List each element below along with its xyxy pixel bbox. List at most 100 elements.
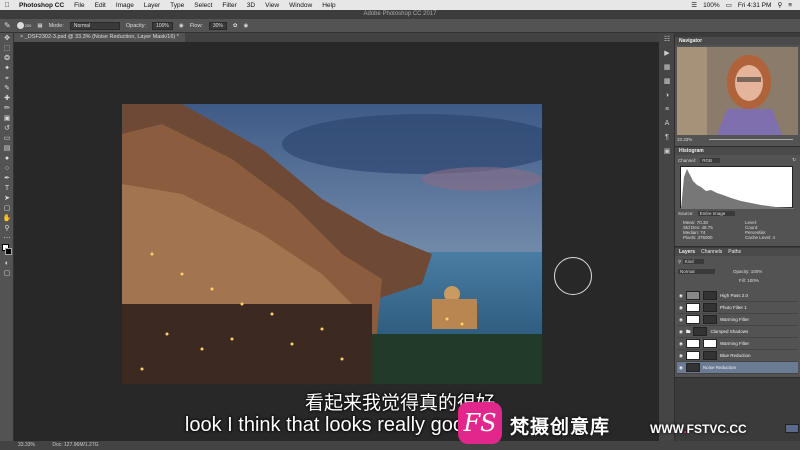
layer-row[interactable]: ◉ Warming Filter — [677, 338, 798, 350]
layer-row-selected[interactable]: ◉ Noise Reduction — [677, 362, 799, 433]
wifi-icon[interactable]: ☰ — [691, 1, 697, 9]
document-image[interactable] — [122, 104, 542, 384]
channel-select[interactable]: RGB — [700, 158, 721, 163]
menu-file[interactable]: File — [69, 2, 89, 9]
marquee-tool-icon[interactable]: ⬚ — [2, 44, 12, 53]
crop-tool-icon[interactable]: ⌖ — [2, 74, 12, 83]
quick-select-tool-icon[interactable]: ✦ — [2, 64, 12, 73]
history-icon[interactable]: ☷ — [659, 33, 675, 47]
eye-icon[interactable]: ◉ — [679, 305, 683, 311]
navigator-zoom-slider[interactable] — [709, 139, 793, 140]
tab-layers[interactable]: Layers — [679, 248, 695, 256]
clone-stamp-tool-icon[interactable]: ▣ — [2, 114, 12, 123]
eye-icon[interactable]: ◉ — [679, 293, 683, 299]
menu-type[interactable]: Type — [165, 2, 189, 9]
menu-select[interactable]: Select — [189, 2, 217, 9]
layer-row[interactable]: ◉ Blue Reduction — [677, 350, 798, 362]
clock[interactable]: Fri 4:31 PM — [738, 2, 772, 9]
pen-tool-icon[interactable]: ✒ — [2, 174, 12, 183]
brush-tool-icon[interactable]: ✎ — [4, 21, 11, 30]
blend-mode-select[interactable]: Normal — [678, 269, 715, 274]
move-tool-icon[interactable]: ✥ — [2, 34, 12, 43]
hand-tool-icon[interactable]: ✋ — [2, 214, 12, 223]
mode-select[interactable]: Normal — [69, 21, 120, 30]
menu-filter[interactable]: Filter — [217, 2, 241, 9]
document-tab[interactable]: × _DSF2302-3.psd @ 33.3% (Noise Reductio… — [14, 33, 185, 42]
eye-icon[interactable]: ◉ — [679, 341, 683, 347]
eye-icon[interactable]: ◉ — [679, 329, 683, 335]
apple-icon[interactable]:  — [0, 2, 14, 9]
screen-mode-icon[interactable]: ▢ — [2, 269, 12, 278]
menu-window[interactable]: Window — [284, 2, 317, 9]
zoom-tool-icon[interactable]: ⚲ — [2, 224, 12, 233]
gradient-tool-icon[interactable]: ▤ — [2, 144, 12, 153]
menu-help[interactable]: Help — [317, 2, 340, 9]
menu-edit[interactable]: Edit — [90, 2, 111, 9]
menu-app[interactable]: Photoshop CC — [14, 2, 69, 9]
adjustments-icon[interactable]: ◑ — [659, 89, 675, 103]
flow-field[interactable]: 30% — [208, 21, 227, 30]
navigator-panel: Navigator 33.33% — [675, 37, 800, 147]
blur-tool-icon[interactable]: ● — [2, 154, 12, 163]
source-select[interactable]: Entire Image — [697, 211, 736, 216]
color-icon[interactable]: ▦ — [659, 61, 675, 75]
menu-layer[interactable]: Layer — [139, 2, 165, 9]
battery-icon[interactable]: ▭ — [726, 1, 732, 9]
menu-view[interactable]: View — [260, 2, 284, 9]
color-swatches[interactable] — [2, 244, 12, 258]
filter-search-icon[interactable]: ⚲ — [678, 259, 681, 264]
tab-paths[interactable]: Paths — [728, 248, 741, 256]
properties-icon[interactable]: ≡ — [659, 103, 675, 117]
layer-kind-filter[interactable]: Kind — [682, 259, 704, 264]
dodge-tool-icon[interactable]: ○ — [2, 164, 12, 173]
status-zoom[interactable]: 33.33% — [18, 442, 35, 448]
libraries-icon[interactable]: ▣ — [659, 145, 675, 159]
layer-name: Noise Reduction — [702, 365, 736, 370]
eye-icon[interactable]: ◉ — [679, 353, 683, 359]
pressure-size-icon[interactable]: ◉ — [243, 23, 248, 29]
lasso-tool-icon[interactable]: ❂ — [2, 54, 12, 63]
path-select-tool-icon[interactable]: ➤ — [2, 194, 12, 203]
quick-mask-icon[interactable]: ◐ — [2, 259, 12, 268]
paragraph-icon[interactable]: ¶ — [659, 131, 675, 145]
history-brush-tool-icon[interactable]: ↺ — [2, 124, 12, 133]
edit-toolbar-icon[interactable]: ⋯ — [2, 234, 12, 243]
layer-row[interactable]: ◉ Photo Filter 1 — [677, 302, 798, 314]
opacity-field[interactable]: 100% — [152, 21, 173, 30]
layer-row[interactable]: ◉ High Pass 2.0 — [677, 290, 798, 302]
tab-channels[interactable]: Channels — [701, 248, 722, 256]
histogram-graph — [680, 166, 794, 209]
eye-icon[interactable]: ◉ — [679, 365, 683, 371]
layer-fill[interactable]: Fill: 100% — [739, 278, 759, 283]
actions-icon[interactable]: ▶ — [659, 47, 675, 61]
healing-tool-icon[interactable]: ✚ — [2, 94, 12, 103]
navigator-zoom[interactable]: 33.33% — [677, 137, 692, 142]
pressure-opacity-icon[interactable]: ◉ — [179, 23, 184, 29]
brush-preset-picker[interactable]: 200 — [16, 22, 31, 29]
brush-panel-icon[interactable]: ▦ — [37, 23, 42, 29]
layer-name: Blue Reduction — [719, 353, 751, 358]
menu-image[interactable]: Image — [111, 2, 139, 9]
layer-thumb — [685, 351, 700, 360]
shape-tool-icon[interactable]: ▢ — [2, 204, 12, 213]
canvas-area[interactable] — [14, 42, 659, 442]
layer-thumb — [685, 315, 700, 324]
eraser-tool-icon[interactable]: ▭ — [2, 134, 12, 143]
layer-opacity[interactable]: Opacity: 100% — [733, 269, 762, 274]
refresh-icon[interactable]: ↻ — [792, 157, 796, 163]
airbrush-icon[interactable]: ✿ — [233, 23, 238, 29]
menu-3d[interactable]: 3D — [242, 2, 260, 9]
menu-list-icon[interactable]: ≡ — [788, 2, 792, 9]
eyedropper-tool-icon[interactable]: ✎ — [2, 84, 12, 93]
brush-tool-icon[interactable]: ✏ — [2, 104, 12, 113]
type-tool-icon[interactable]: T — [2, 184, 12, 193]
layer-group-row[interactable]: ◉ 🖿 Clamped Shadows — [677, 326, 798, 338]
layer-row[interactable]: ◉ Warming Filter — [677, 314, 798, 326]
presenter-image — [677, 47, 798, 135]
layer-mask-thumb — [693, 327, 708, 336]
eye-icon[interactable]: ◉ — [679, 317, 683, 323]
swatches-icon[interactable]: ▩ — [659, 75, 675, 89]
character-icon[interactable]: A — [659, 117, 675, 131]
close-icon[interactable]: × — [20, 34, 23, 40]
search-icon[interactable]: ⚲ — [777, 1, 782, 9]
